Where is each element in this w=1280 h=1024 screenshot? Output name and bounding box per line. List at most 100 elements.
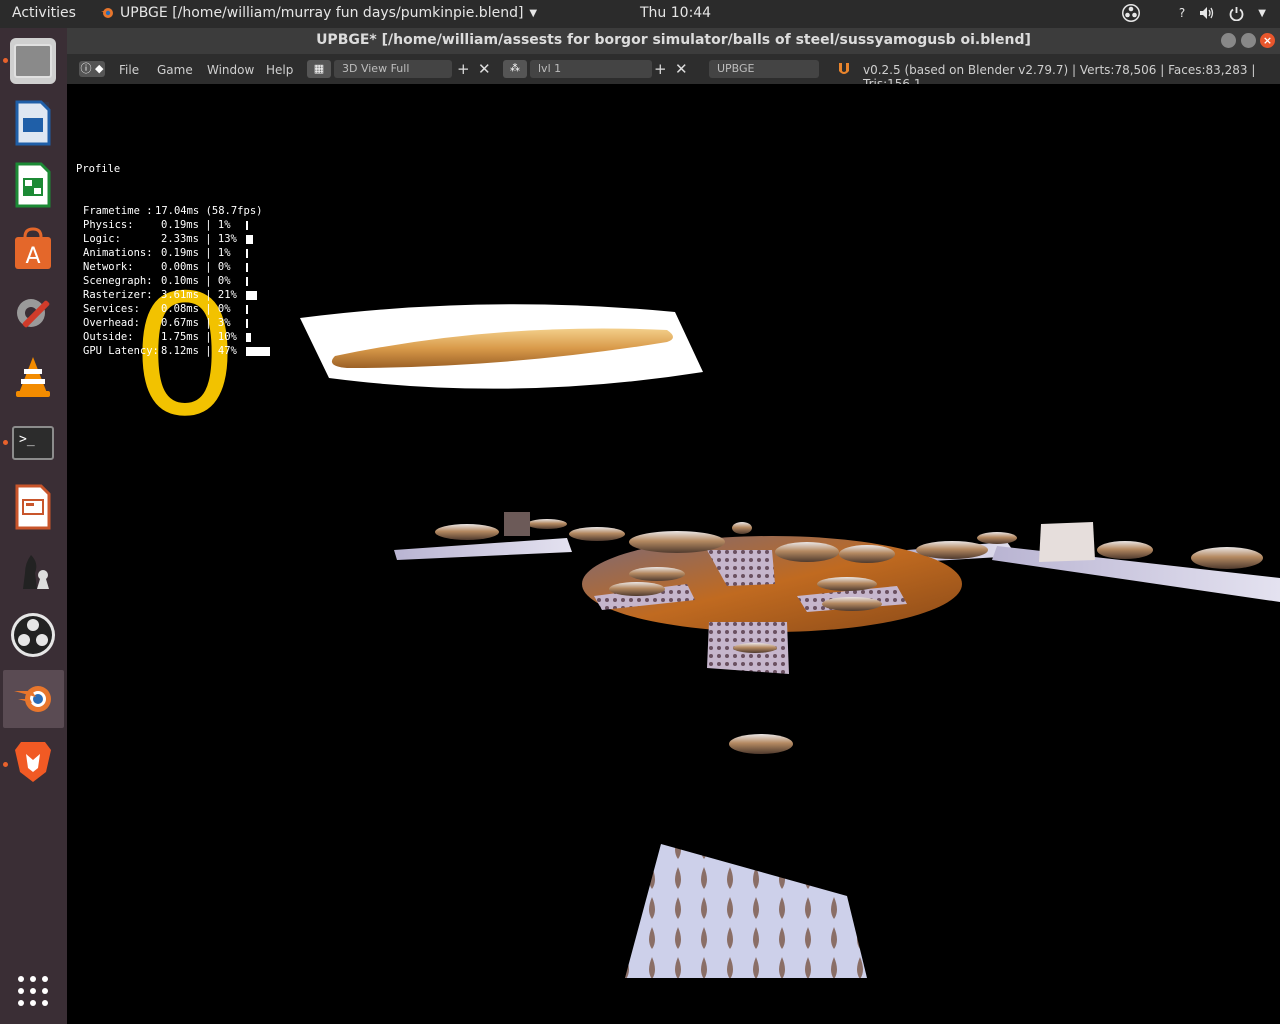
profile-row: Outside: 1.75ms | 10% <box>76 330 270 344</box>
profile-row: Network: 0.00ms | 0% <box>76 260 270 274</box>
files-icon[interactable] <box>10 38 56 84</box>
profile-row-percent: 1% <box>217 219 231 231</box>
character-box <box>504 512 530 536</box>
profile-row-label: Animations: <box>83 247 153 259</box>
profile-separator: | <box>198 303 218 315</box>
help-icon[interactable]: ? <box>1179 6 1185 20</box>
profile-row-bar <box>245 276 248 286</box>
vlc-icon[interactable] <box>10 354 56 400</box>
scene-field[interactable]: lvl 1 <box>530 60 652 78</box>
profile-row-label: Outside: <box>83 331 134 343</box>
settings-icon[interactable] <box>10 290 56 336</box>
scene-icon[interactable]: ⁂ <box>503 60 527 78</box>
profile-row-bar <box>245 248 248 258</box>
profile-row-percent: 13% <box>217 233 237 245</box>
activities-button[interactable]: Activities <box>12 5 76 21</box>
profile-row-value: 0.08ms <box>161 303 199 315</box>
profile-heading: Profile <box>76 163 121 175</box>
profile-row-value: 0.19ms <box>161 219 199 231</box>
profile-row-bar <box>245 234 253 244</box>
window-title: UPBGE* [/home/william/assests for borgor… <box>316 32 1031 48</box>
svg-text:A: A <box>25 244 40 269</box>
chess-icon[interactable] <box>10 548 56 594</box>
screen-layout-field[interactable]: 3D View Full <box>334 60 452 78</box>
profile-row-percent: 1% <box>217 247 231 259</box>
profile-row-label: Scenegraph: <box>83 275 153 287</box>
close-button[interactable]: × <box>1260 33 1275 48</box>
menu-window[interactable]: Window <box>207 63 254 77</box>
volume-icon[interactable] <box>1199 6 1215 20</box>
profile-row-label: GPU Latency: <box>83 345 159 357</box>
profile-row-bar <box>245 262 248 272</box>
profile-row: Scenegraph: 0.10ms | 0% <box>76 274 270 288</box>
profile-row-value: 2.33ms <box>161 233 199 245</box>
minimize-button[interactable] <box>1221 33 1236 48</box>
terminal-icon[interactable]: >_ <box>10 420 56 466</box>
obs-tray-icon[interactable] <box>1121 3 1141 23</box>
profile-row: Logic: 2.33ms | 13% <box>76 232 270 246</box>
profile-separator: | <box>198 331 218 343</box>
info-editor-icon[interactable]: ⓘ ◆ <box>79 61 105 77</box>
delete-scene-button[interactable]: ✕ <box>675 60 688 78</box>
running-indicator <box>3 440 8 445</box>
profile-row: Rasterizer: 3.61ms | 21% <box>76 288 270 302</box>
power-icon[interactable] <box>1229 6 1244 21</box>
clock[interactable]: Thu 10:44 <box>640 5 711 21</box>
brave-icon[interactable] <box>10 738 56 784</box>
chevron-down-icon: ▼ <box>529 7 538 19</box>
profile-row-label: Frametime : <box>83 205 153 217</box>
writer-icon[interactable] <box>10 100 56 146</box>
software-store-icon[interactable]: A <box>10 226 56 272</box>
screen-layout-icon[interactable]: ▦ <box>307 60 331 78</box>
menu-help[interactable]: Help <box>266 63 293 77</box>
profile-separator: | <box>198 317 218 329</box>
game-viewport[interactable]: 0 Profile Frametime: 17.04ms (58.7fps) … <box>67 84 1280 1024</box>
profile-row-value: 0.19ms <box>161 247 199 259</box>
delete-screen-button[interactable]: ✕ <box>478 60 491 78</box>
profile-separator: | <box>198 261 218 273</box>
window-title-bar[interactable]: UPBGE* [/home/william/assests for borgor… <box>67 28 1280 54</box>
render-engine-select[interactable]: UPBGE <box>709 60 819 78</box>
profile-row-value: 0.67ms <box>161 317 199 329</box>
menu-game[interactable]: Game <box>157 63 193 77</box>
level-platform <box>394 512 1280 674</box>
calc-icon[interactable] <box>10 162 56 208</box>
profile-row: Animations: 0.19ms | 1% <box>76 246 270 260</box>
baguette-billboard <box>300 304 703 389</box>
add-scene-button[interactable]: + <box>654 60 667 78</box>
chevron-down-icon[interactable]: ▼ <box>1258 8 1266 19</box>
profile-row-percent: 21% <box>217 289 237 301</box>
profile-row-bar <box>245 332 251 342</box>
add-screen-button[interactable]: + <box>457 60 470 78</box>
profile-separator: | <box>198 275 218 287</box>
menu-file[interactable]: File <box>119 63 139 77</box>
obs-icon[interactable] <box>10 612 56 658</box>
profile-separator: | <box>198 247 218 259</box>
profile-row: Overhead: 0.67ms | 3% <box>76 316 270 330</box>
profile-row-label: Logic: <box>83 233 121 245</box>
blender-icon[interactable] <box>3 670 64 728</box>
app-menu[interactable]: UPBGE [/home/william/murray fun days/pum… <box>100 5 537 21</box>
profile-separator: | <box>198 289 218 301</box>
profile-row: Physics: 0.19ms | 1% <box>76 218 270 232</box>
system-tray: ? ▼ <box>1121 3 1266 23</box>
profile-row: GPU Latency: 8.12ms | 47% <box>76 344 270 358</box>
maximize-button[interactable] <box>1241 33 1256 48</box>
profile-row-percent: 3% <box>217 317 231 329</box>
floating-bun <box>729 734 793 754</box>
profile-row-label: Physics: <box>83 219 134 231</box>
profile-row-percent: 0% <box>217 303 231 315</box>
textured-tile <box>625 844 867 978</box>
profile-row-percent: 0% <box>217 261 231 273</box>
impress-icon[interactable] <box>10 484 56 530</box>
apps-grid-icon[interactable] <box>10 968 56 1014</box>
profile-row-bar <box>245 290 257 300</box>
blender-info-header: ⓘ ◆ File Game Window Help ▦ 3D View Full… <box>67 54 1280 91</box>
profile-row-label: Rasterizer: <box>83 289 153 301</box>
running-indicator <box>3 58 8 63</box>
character-box <box>1039 522 1095 562</box>
upbge-logo-icon <box>839 63 849 74</box>
profile-row-value: 0.10ms <box>161 275 199 287</box>
profile-row-bar <box>245 304 248 314</box>
profile-row-value: 8.12ms <box>161 345 199 357</box>
